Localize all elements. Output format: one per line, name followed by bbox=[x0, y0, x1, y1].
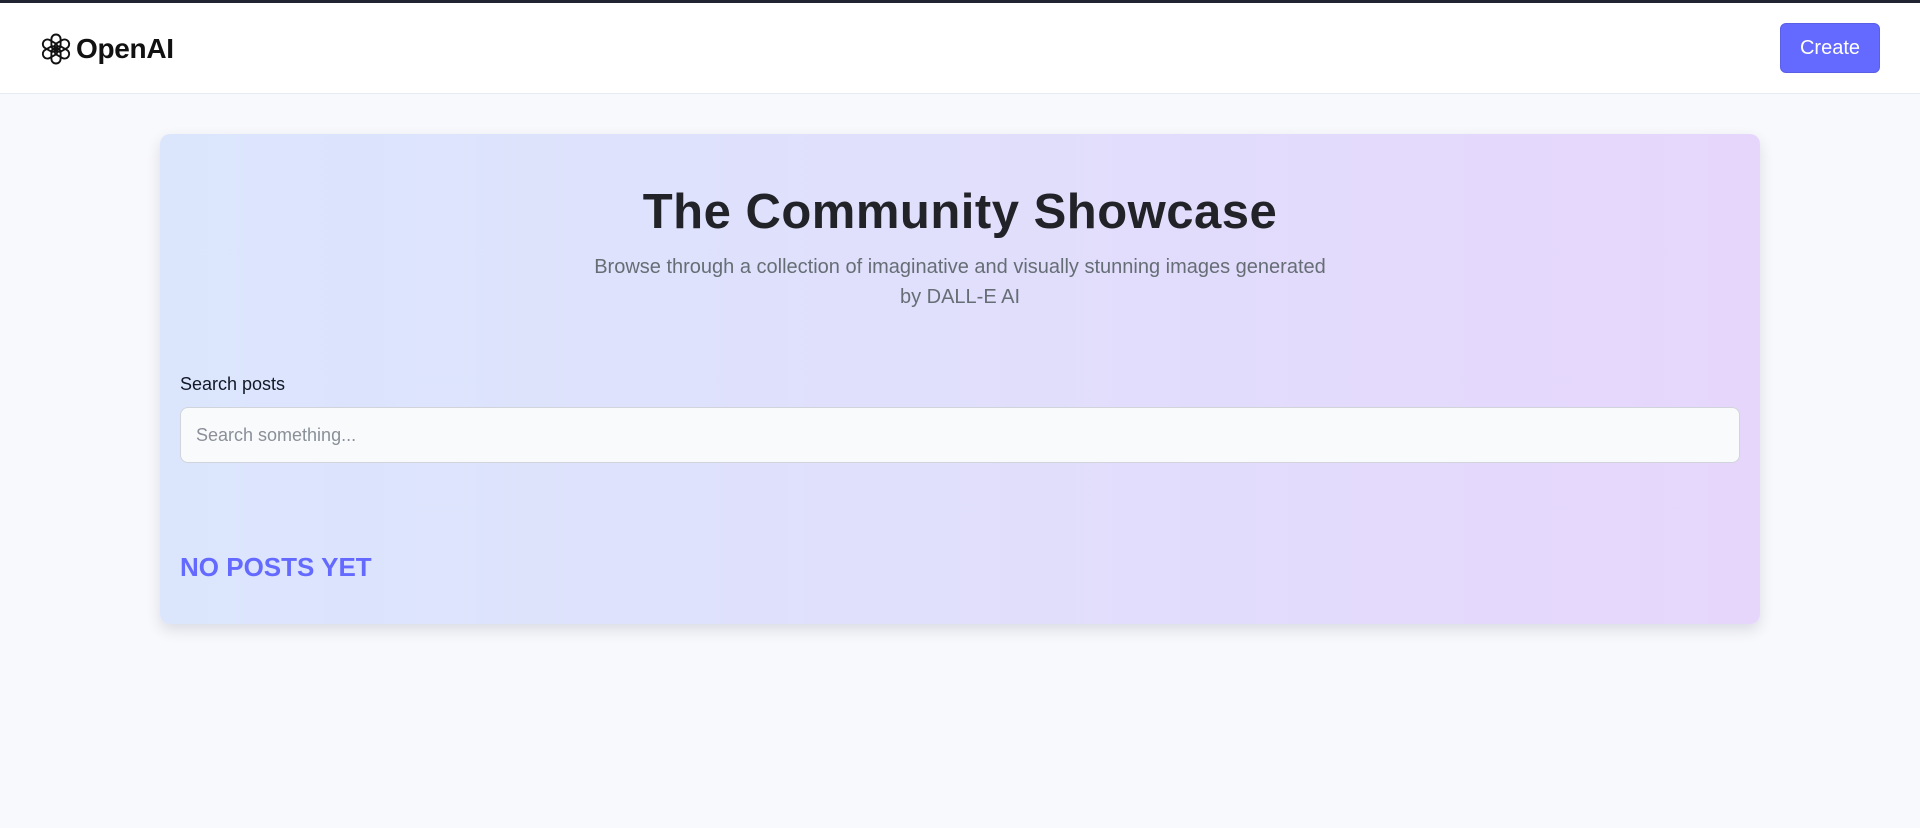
showcase-card: The Community Showcase Browse through a … bbox=[160, 134, 1760, 624]
subtitle-line-1: Browse through a collection of imaginati… bbox=[594, 256, 1326, 278]
home-logo-link[interactable]: OpenAI bbox=[38, 31, 174, 67]
create-button[interactable]: Create bbox=[1780, 23, 1880, 73]
no-posts-message: NO POSTS YET bbox=[180, 552, 372, 582]
logo-text: OpenAI bbox=[76, 33, 174, 64]
top-header: OpenAI Create bbox=[0, 3, 1920, 94]
page-title: The Community Showcase bbox=[642, 185, 1278, 239]
openai-logo-icon bbox=[41, 33, 71, 65]
page-subtitle: Browse through a collection of imaginati… bbox=[580, 252, 1340, 312]
subtitle-line-2: by DALL-E AI bbox=[899, 286, 1021, 308]
search-label: Search posts bbox=[180, 374, 286, 394]
search-input[interactable] bbox=[180, 407, 1740, 463]
